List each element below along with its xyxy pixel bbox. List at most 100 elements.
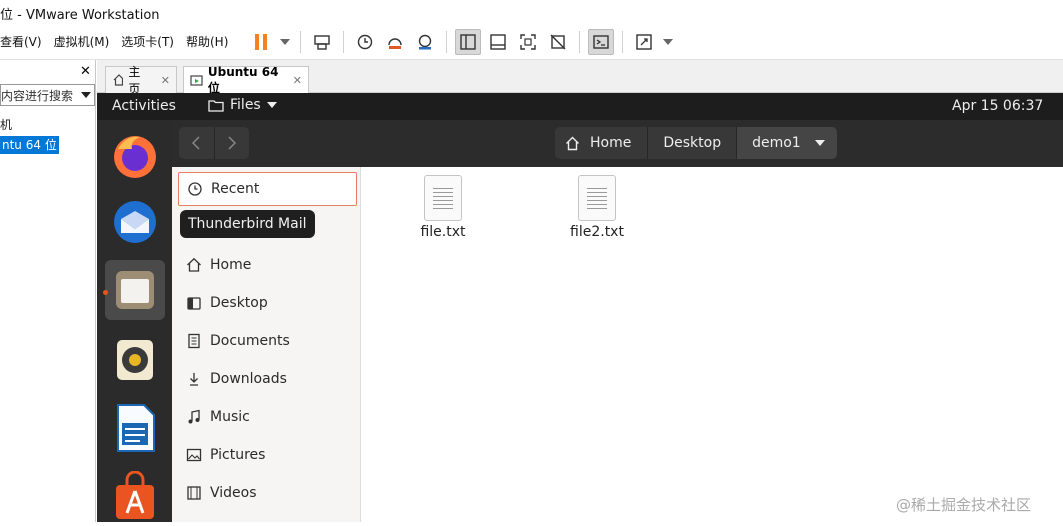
- toolbar-separator: [300, 30, 302, 53]
- library-tree-vm-item[interactable]: ntu 64 位: [0, 136, 59, 154]
- dock-files[interactable]: [105, 260, 165, 320]
- text-file-icon: [424, 175, 462, 221]
- tab-home-close[interactable]: ✕: [161, 74, 170, 87]
- library-panel: ✕ 内容进行搜索 机 ntu 64 位: [0, 60, 96, 522]
- vm-running-icon: [190, 74, 203, 86]
- desktop-icon: [187, 297, 201, 310]
- app-menu[interactable]: Files: [208, 97, 277, 113]
- sidebar-item-videos[interactable]: Videos: [178, 476, 357, 510]
- unity-mode-icon: [550, 34, 566, 49]
- home-icon: [187, 257, 201, 272]
- dock-software[interactable]: [105, 466, 165, 526]
- forward-button[interactable]: [215, 127, 250, 159]
- dock-thunderbird[interactable]: [105, 192, 165, 252]
- bottom-panel-icon: [490, 33, 507, 50]
- sidebar-item-documents[interactable]: Documents: [178, 324, 357, 358]
- chevron-down-icon: [814, 140, 825, 146]
- stretch-dropdown-button[interactable]: [661, 29, 675, 55]
- chevron-down-icon: [266, 102, 277, 108]
- watermark: @稀土掘金技术社区: [896, 496, 1032, 514]
- snapshot-manager-button[interactable]: [412, 29, 438, 55]
- pause-button[interactable]: [248, 29, 274, 55]
- sidebar-item-home[interactable]: Home: [178, 248, 357, 282]
- dock-rhythmbox[interactable]: [105, 330, 165, 390]
- sidebar-item-label: Desktop: [210, 295, 268, 311]
- sidebar-item-label: Recent: [211, 181, 260, 197]
- rhythmbox-speaker-icon: [117, 340, 153, 380]
- menu-help[interactable]: 帮助(H): [180, 33, 234, 50]
- path-current-button[interactable]: demo1: [737, 127, 837, 159]
- toolbar-separator: [622, 30, 624, 53]
- firefox-icon: [114, 136, 156, 178]
- chevron-right-icon: [228, 136, 236, 150]
- back-button[interactable]: [179, 127, 215, 159]
- home-icon: [113, 74, 124, 86]
- tab-ubuntu-label: Ubuntu 64 位: [207, 65, 279, 95]
- file-item[interactable]: file.txt: [388, 175, 498, 240]
- revert-snapshot-icon: [388, 37, 403, 49]
- file-name: file.txt: [420, 224, 466, 240]
- sidebar-item-label: Videos: [210, 485, 257, 501]
- library-close-button[interactable]: ✕: [80, 64, 91, 79]
- send-keys-button[interactable]: [309, 29, 335, 55]
- menu-vm[interactable]: 虚拟机(M): [48, 33, 116, 50]
- tab-ubuntu[interactable]: Ubuntu 64 位 ✕: [183, 65, 309, 95]
- sidebar-item-desktop[interactable]: Desktop: [178, 286, 357, 320]
- sidebar-item-label: Downloads: [210, 371, 287, 387]
- gnome-top-bar: Activities Files Apr 15 06:37: [97, 93, 1063, 120]
- revert-snapshot-button[interactable]: [382, 29, 408, 55]
- path-home-button[interactable]: Home: [555, 127, 649, 159]
- menu-toolbar: 查看(V) 虚拟机(M) 选项卡(T) 帮助(H): [0, 24, 1063, 60]
- menu-view[interactable]: 查看(V): [0, 33, 48, 50]
- toolbar-separator: [446, 30, 448, 53]
- path-desktop-button[interactable]: Desktop: [648, 127, 738, 159]
- files-content-area: file.txt file2.txt @稀土掘金技术社区: [361, 167, 1063, 522]
- title-bar: 位 - VMware Workstation: [0, 0, 1063, 24]
- software-store-icon: [116, 471, 154, 519]
- tab-home-label: 主页: [128, 65, 141, 96]
- library-search-placeholder: 内容进行搜索: [1, 88, 74, 103]
- sidebar-item-label: Pictures: [210, 447, 266, 463]
- document-icon: [188, 333, 200, 349]
- chevron-down-icon: [280, 38, 291, 45]
- full-screen-button[interactable]: [515, 29, 541, 55]
- library-search-field[interactable]: 内容进行搜索: [0, 84, 95, 106]
- clock[interactable]: Apr 15 06:37: [952, 98, 1043, 114]
- menu-tabs[interactable]: 选项卡(T): [115, 33, 180, 50]
- path-home-label: Home: [590, 135, 632, 151]
- window-title: 位 - VMware Workstation: [0, 8, 160, 23]
- sidebar-item-downloads[interactable]: Downloads: [178, 362, 357, 396]
- file-item[interactable]: file2.txt: [542, 175, 652, 240]
- sidebar-item-label: Documents: [210, 333, 290, 349]
- console-view-button[interactable]: [588, 28, 615, 55]
- show-library-button[interactable]: [455, 28, 482, 55]
- tab-home[interactable]: 主页 ✕: [105, 65, 177, 96]
- sidebar-item-pictures[interactable]: Pictures: [178, 438, 357, 472]
- sidebar-item-music[interactable]: Music: [178, 400, 357, 434]
- path-current-label: demo1: [752, 135, 801, 151]
- ubuntu-dock: [97, 120, 172, 522]
- snapshot-clock-icon: [358, 34, 373, 49]
- thumbnail-bar-button[interactable]: [485, 29, 511, 55]
- clock-icon: [188, 182, 202, 196]
- running-indicator: [103, 290, 108, 295]
- folder-icon: [208, 100, 224, 112]
- files-folder-icon: [116, 271, 154, 309]
- library-tree-root[interactable]: 机: [0, 116, 12, 133]
- stretch-guest-button[interactable]: [631, 29, 657, 55]
- toolbar-separator: [579, 30, 581, 53]
- snapshot-button[interactable]: [352, 29, 378, 55]
- sidebar-item-recent[interactable]: Recent: [178, 172, 357, 206]
- dock-firefox[interactable]: [105, 126, 165, 186]
- activities-button[interactable]: Activities: [112, 98, 176, 114]
- video-icon: [187, 486, 201, 500]
- unity-mode-button[interactable]: [545, 29, 571, 55]
- terminal-icon: [593, 34, 610, 49]
- dock-libreoffice-writer[interactable]: [105, 398, 165, 458]
- power-dropdown-button[interactable]: [278, 29, 292, 55]
- chevron-down-icon: [81, 92, 91, 98]
- file-name: file2.txt: [570, 224, 624, 240]
- toolbar-separator: [343, 30, 345, 53]
- tab-ubuntu-close[interactable]: ✕: [293, 74, 302, 87]
- writer-document-icon: [117, 404, 155, 452]
